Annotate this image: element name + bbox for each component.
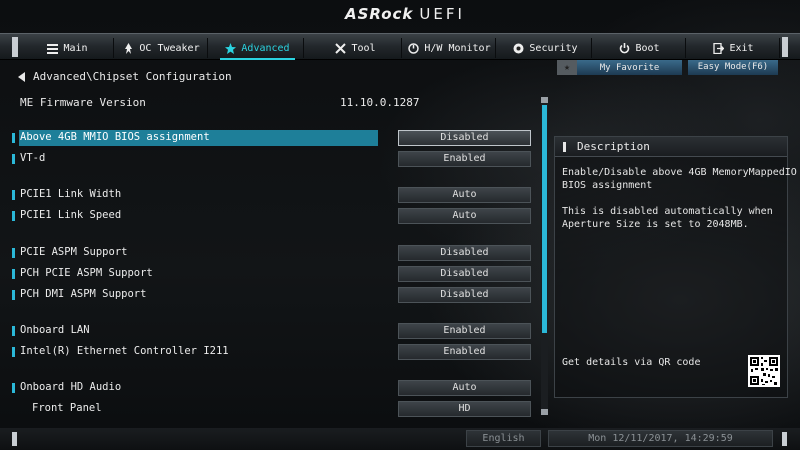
- firmware-value: 11.10.0.1287: [340, 96, 420, 109]
- setting-label: PCH PCIE ASPM Support: [20, 267, 153, 279]
- rocket-icon: [123, 42, 134, 54]
- setting-value-dropdown[interactable]: Auto: [398, 187, 531, 203]
- setting-value-dropdown[interactable]: Disabled: [398, 266, 531, 282]
- setting-label: Onboard HD Audio: [20, 381, 122, 393]
- setting-row-onboard-hd-audio[interactable]: Onboard HD Audio Auto: [0, 380, 540, 396]
- row-marker: [12, 347, 15, 357]
- setting-value-dropdown[interactable]: HD: [398, 401, 531, 417]
- setting-row-pcie1-link-speed[interactable]: PCIE1 Link Speed Auto: [0, 208, 540, 224]
- tab-oc-tweaker-label: OC Tweaker: [139, 42, 200, 54]
- tab-exit-label: Exit: [729, 42, 754, 54]
- tab-hw-monitor[interactable]: H/W Monitor: [404, 38, 496, 58]
- breadcrumb: Advanced\Chipset Configuration: [18, 70, 232, 83]
- easy-mode-button[interactable]: Easy Mode(F6): [688, 60, 778, 75]
- tab-security[interactable]: Security: [500, 38, 592, 58]
- setting-value-dropdown[interactable]: Enabled: [398, 151, 531, 167]
- firmware-label: ME Firmware Version: [20, 96, 146, 109]
- setting-label: Above 4GB MMIO BIOS assignment: [20, 131, 210, 143]
- asrock-uefi-logo: ASRock UEFI: [345, 5, 465, 23]
- scroll-up-arrow-icon[interactable]: [541, 97, 548, 103]
- tools-icon: [335, 42, 347, 54]
- description-header: Description: [555, 137, 787, 157]
- description-line: Enable/Disable above 4GB MemoryMappedIO: [562, 167, 797, 178]
- list-icon: [47, 43, 59, 54]
- tab-advanced[interactable]: Advanced: [212, 38, 304, 60]
- tab-security-label: Security: [529, 42, 578, 54]
- setting-value-dropdown[interactable]: Disabled: [398, 245, 531, 261]
- setting-label: Intel(R) Ethernet Controller I211: [20, 345, 229, 357]
- row-marker: [12, 269, 15, 279]
- setting-value-dropdown[interactable]: Enabled: [398, 344, 531, 360]
- scroll-down-arrow-icon[interactable]: [541, 409, 548, 415]
- tab-oc-tweaker[interactable]: OC Tweaker: [116, 38, 208, 58]
- qr-code-icon: [748, 355, 780, 387]
- settings-scrollbar[interactable]: [541, 97, 548, 415]
- monitor-icon: [408, 42, 420, 54]
- row-marker: [12, 190, 15, 200]
- setting-label: PCIE1 Link Speed: [20, 209, 122, 221]
- star-icon: [225, 42, 237, 54]
- tab-tool-label: Tool: [351, 42, 376, 54]
- setting-label: PCIE1 Link Width: [20, 188, 122, 200]
- description-line: BIOS assignment: [562, 180, 653, 191]
- footer-right-cap: [782, 432, 787, 446]
- tab-tool[interactable]: Tool: [310, 38, 402, 58]
- nav-left-cap: [12, 37, 18, 57]
- tab-boot[interactable]: Boot: [594, 38, 686, 58]
- tab-boot-label: Boot: [635, 42, 660, 54]
- setting-label: Front Panel: [32, 402, 102, 414]
- nav-right-cap: [782, 37, 788, 57]
- setting-label: VT-d: [20, 152, 46, 164]
- description-marker: [563, 142, 566, 152]
- setting-value-dropdown[interactable]: Disabled: [398, 287, 531, 303]
- row-marker: [12, 133, 15, 143]
- description-line: This is disabled automatically when: [562, 206, 773, 217]
- setting-value-dropdown[interactable]: Auto: [398, 380, 531, 396]
- description-title: Description: [577, 140, 650, 153]
- setting-row-intel-ethernet-i211[interactable]: Intel(R) Ethernet Controller I211 Enable…: [0, 344, 540, 360]
- scrollbar-thumb[interactable]: [542, 105, 547, 333]
- setting-row-pch-pcie-aspm[interactable]: PCH PCIE ASPM Support Disabled: [0, 266, 540, 282]
- setting-row-onboard-lan[interactable]: Onboard LAN Enabled: [0, 323, 540, 339]
- description-line: Aperture Size is set to 2048MB.: [562, 219, 749, 230]
- datetime-display: Mon 12/11/2017, 14:29:59: [548, 430, 773, 447]
- setting-value-dropdown[interactable]: Disabled: [398, 130, 531, 146]
- setting-row-pcie-aspm[interactable]: PCIE ASPM Support Disabled: [0, 245, 540, 261]
- language-selector[interactable]: English: [466, 430, 541, 447]
- power-icon: [619, 42, 630, 54]
- tab-exit[interactable]: Exit: [688, 38, 780, 58]
- tab-main-label: Main: [63, 42, 88, 54]
- row-marker: [12, 290, 15, 300]
- setting-row-front-panel[interactable]: Front Panel HD: [0, 401, 540, 417]
- setting-row-pch-dmi-aspm[interactable]: PCH DMI ASPM Support Disabled: [0, 287, 540, 303]
- qr-caption: Get details via QR code: [562, 357, 701, 368]
- setting-value-dropdown[interactable]: Enabled: [398, 323, 531, 339]
- footer-left-cap: [12, 432, 17, 446]
- footer-bar: English Mon 12/11/2017, 14:29:59: [0, 428, 800, 450]
- row-marker: [12, 211, 15, 221]
- my-favorite-label: My Favorite: [599, 62, 660, 73]
- breadcrumb-label: Advanced\Chipset Configuration: [33, 70, 232, 83]
- tab-main[interactable]: Main: [22, 38, 114, 58]
- row-marker: [12, 326, 15, 336]
- setting-value-dropdown[interactable]: Auto: [398, 208, 531, 224]
- main-nav-bar: Main OC Tweaker Advanced Tool H/W Monito…: [0, 33, 800, 60]
- shield-icon: [513, 43, 524, 54]
- setting-row-vt-d[interactable]: VT-d Enabled: [0, 151, 540, 167]
- setting-label: Onboard LAN: [20, 324, 90, 336]
- setting-label: PCH DMI ASPM Support: [20, 288, 147, 300]
- setting-row-pcie1-link-width[interactable]: PCIE1 Link Width Auto: [0, 187, 540, 203]
- tab-advanced-label: Advanced: [241, 42, 290, 54]
- my-favorite-button[interactable]: ★ My Favorite: [557, 60, 682, 75]
- setting-row-above-4gb-mmio[interactable]: Above 4GB MMIO BIOS assignment Disabled: [0, 130, 540, 146]
- exit-icon: [713, 42, 725, 54]
- row-marker: [12, 248, 15, 258]
- row-marker: [12, 154, 15, 164]
- row-marker: [12, 383, 15, 393]
- tab-hw-monitor-label: H/W Monitor: [424, 42, 491, 54]
- setting-label: PCIE ASPM Support: [20, 246, 128, 258]
- description-panel: Description Enable/Disable above 4GB Mem…: [554, 136, 797, 398]
- favorite-star-icon: ★: [557, 60, 577, 75]
- back-arrow-icon[interactable]: [18, 71, 25, 82]
